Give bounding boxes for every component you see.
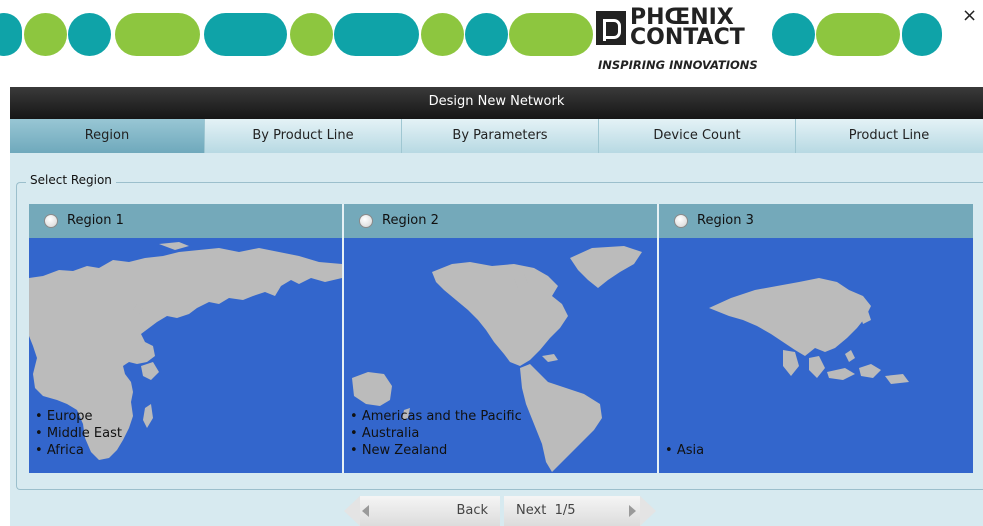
select-region-legend: Select Region [26, 173, 116, 187]
back-button-label: Back [456, 503, 488, 518]
list-item: • Europe [35, 409, 93, 424]
region-2-label: Region 2 [382, 213, 439, 228]
region-3-label: Region 3 [697, 213, 754, 228]
region-2-map[interactable]: • Americas and the Pacific • Australia •… [344, 238, 657, 473]
list-item: • Americas and the Pacific [350, 409, 522, 424]
region-3-header: Region 3 [659, 204, 973, 238]
region-1-area-list: • Europe • Middle East • Africa [35, 408, 122, 459]
back-arrow-shape [344, 496, 360, 526]
next-button-label: Next 1/5 [516, 503, 576, 518]
brand-pill [816, 13, 900, 56]
tab-device-count[interactable]: Device Count [599, 119, 796, 153]
list-item: • Asia [665, 443, 705, 458]
brand-pill [24, 13, 67, 56]
region-1-radio[interactable] [44, 214, 58, 228]
brand-pill [465, 13, 508, 56]
chevron-left-icon [362, 505, 369, 517]
tab-bar: Region By Product Line By Parameters Dev… [10, 119, 983, 154]
next-arrow-shape [640, 496, 656, 526]
region-3-map[interactable]: • Asia [659, 238, 973, 473]
region-2-area-list: • Americas and the Pacific • Australia •… [350, 408, 522, 459]
brand-pill [0, 13, 22, 56]
brand-pill [902, 13, 942, 56]
logo-line2: CONTACT [630, 25, 745, 50]
brand-pill [68, 13, 111, 56]
logo-mark-icon [596, 11, 626, 45]
brand-pill [772, 13, 815, 56]
list-item: • New Zealand [350, 443, 448, 458]
region-3-card[interactable]: Region 3 • Asia [659, 204, 973, 473]
back-button[interactable]: Back [344, 496, 500, 526]
region-1-label: Region 1 [67, 213, 124, 228]
brand-pill [204, 13, 287, 56]
header: PHŒNIX CONTACT INSPIRING INNOVATIONS × [0, 0, 983, 82]
region-2-card[interactable]: Region 2 • Americas and the Pacific • Au… [344, 204, 657, 473]
region-1-card[interactable]: Region 1 • Europe • Middle East • Africa [29, 204, 342, 473]
list-item: • Middle East [35, 426, 122, 441]
region-3-area-list: • Asia [665, 442, 704, 459]
next-button[interactable]: Next 1/5 [504, 496, 656, 526]
brand-pill [115, 13, 200, 56]
phoenix-contact-logo: PHŒNIX CONTACT INSPIRING INNOVATIONS [596, 7, 792, 76]
region-2-radio[interactable] [359, 214, 373, 228]
chevron-right-icon [629, 505, 636, 517]
region-1-header: Region 1 [29, 204, 342, 238]
region-1-map[interactable]: • Europe • Middle East • Africa [29, 238, 342, 473]
region-2-header: Region 2 [344, 204, 657, 238]
list-item: • Australia [350, 426, 420, 441]
region-grid: Region 1 • Europe • Middle East • Africa [29, 204, 973, 473]
tab-product-line[interactable]: Product Line [796, 119, 982, 153]
logo-tagline: INSPIRING INNOVATIONS [598, 58, 758, 72]
brand-pill [509, 13, 593, 56]
brand-pill [421, 13, 464, 56]
asia-map-icon [709, 278, 909, 384]
window-title: Design New Network [10, 87, 983, 119]
tab-by-parameters[interactable]: By Parameters [402, 119, 599, 153]
close-icon[interactable]: × [962, 6, 977, 26]
brand-pill [290, 13, 333, 56]
region-3-radio[interactable] [674, 214, 688, 228]
brand-pill [334, 13, 419, 56]
tab-by-product-line[interactable]: By Product Line [205, 119, 402, 153]
page-indicator: 1/5 [554, 503, 576, 518]
tab-region[interactable]: Region [10, 119, 205, 153]
list-item: • Africa [35, 443, 84, 458]
